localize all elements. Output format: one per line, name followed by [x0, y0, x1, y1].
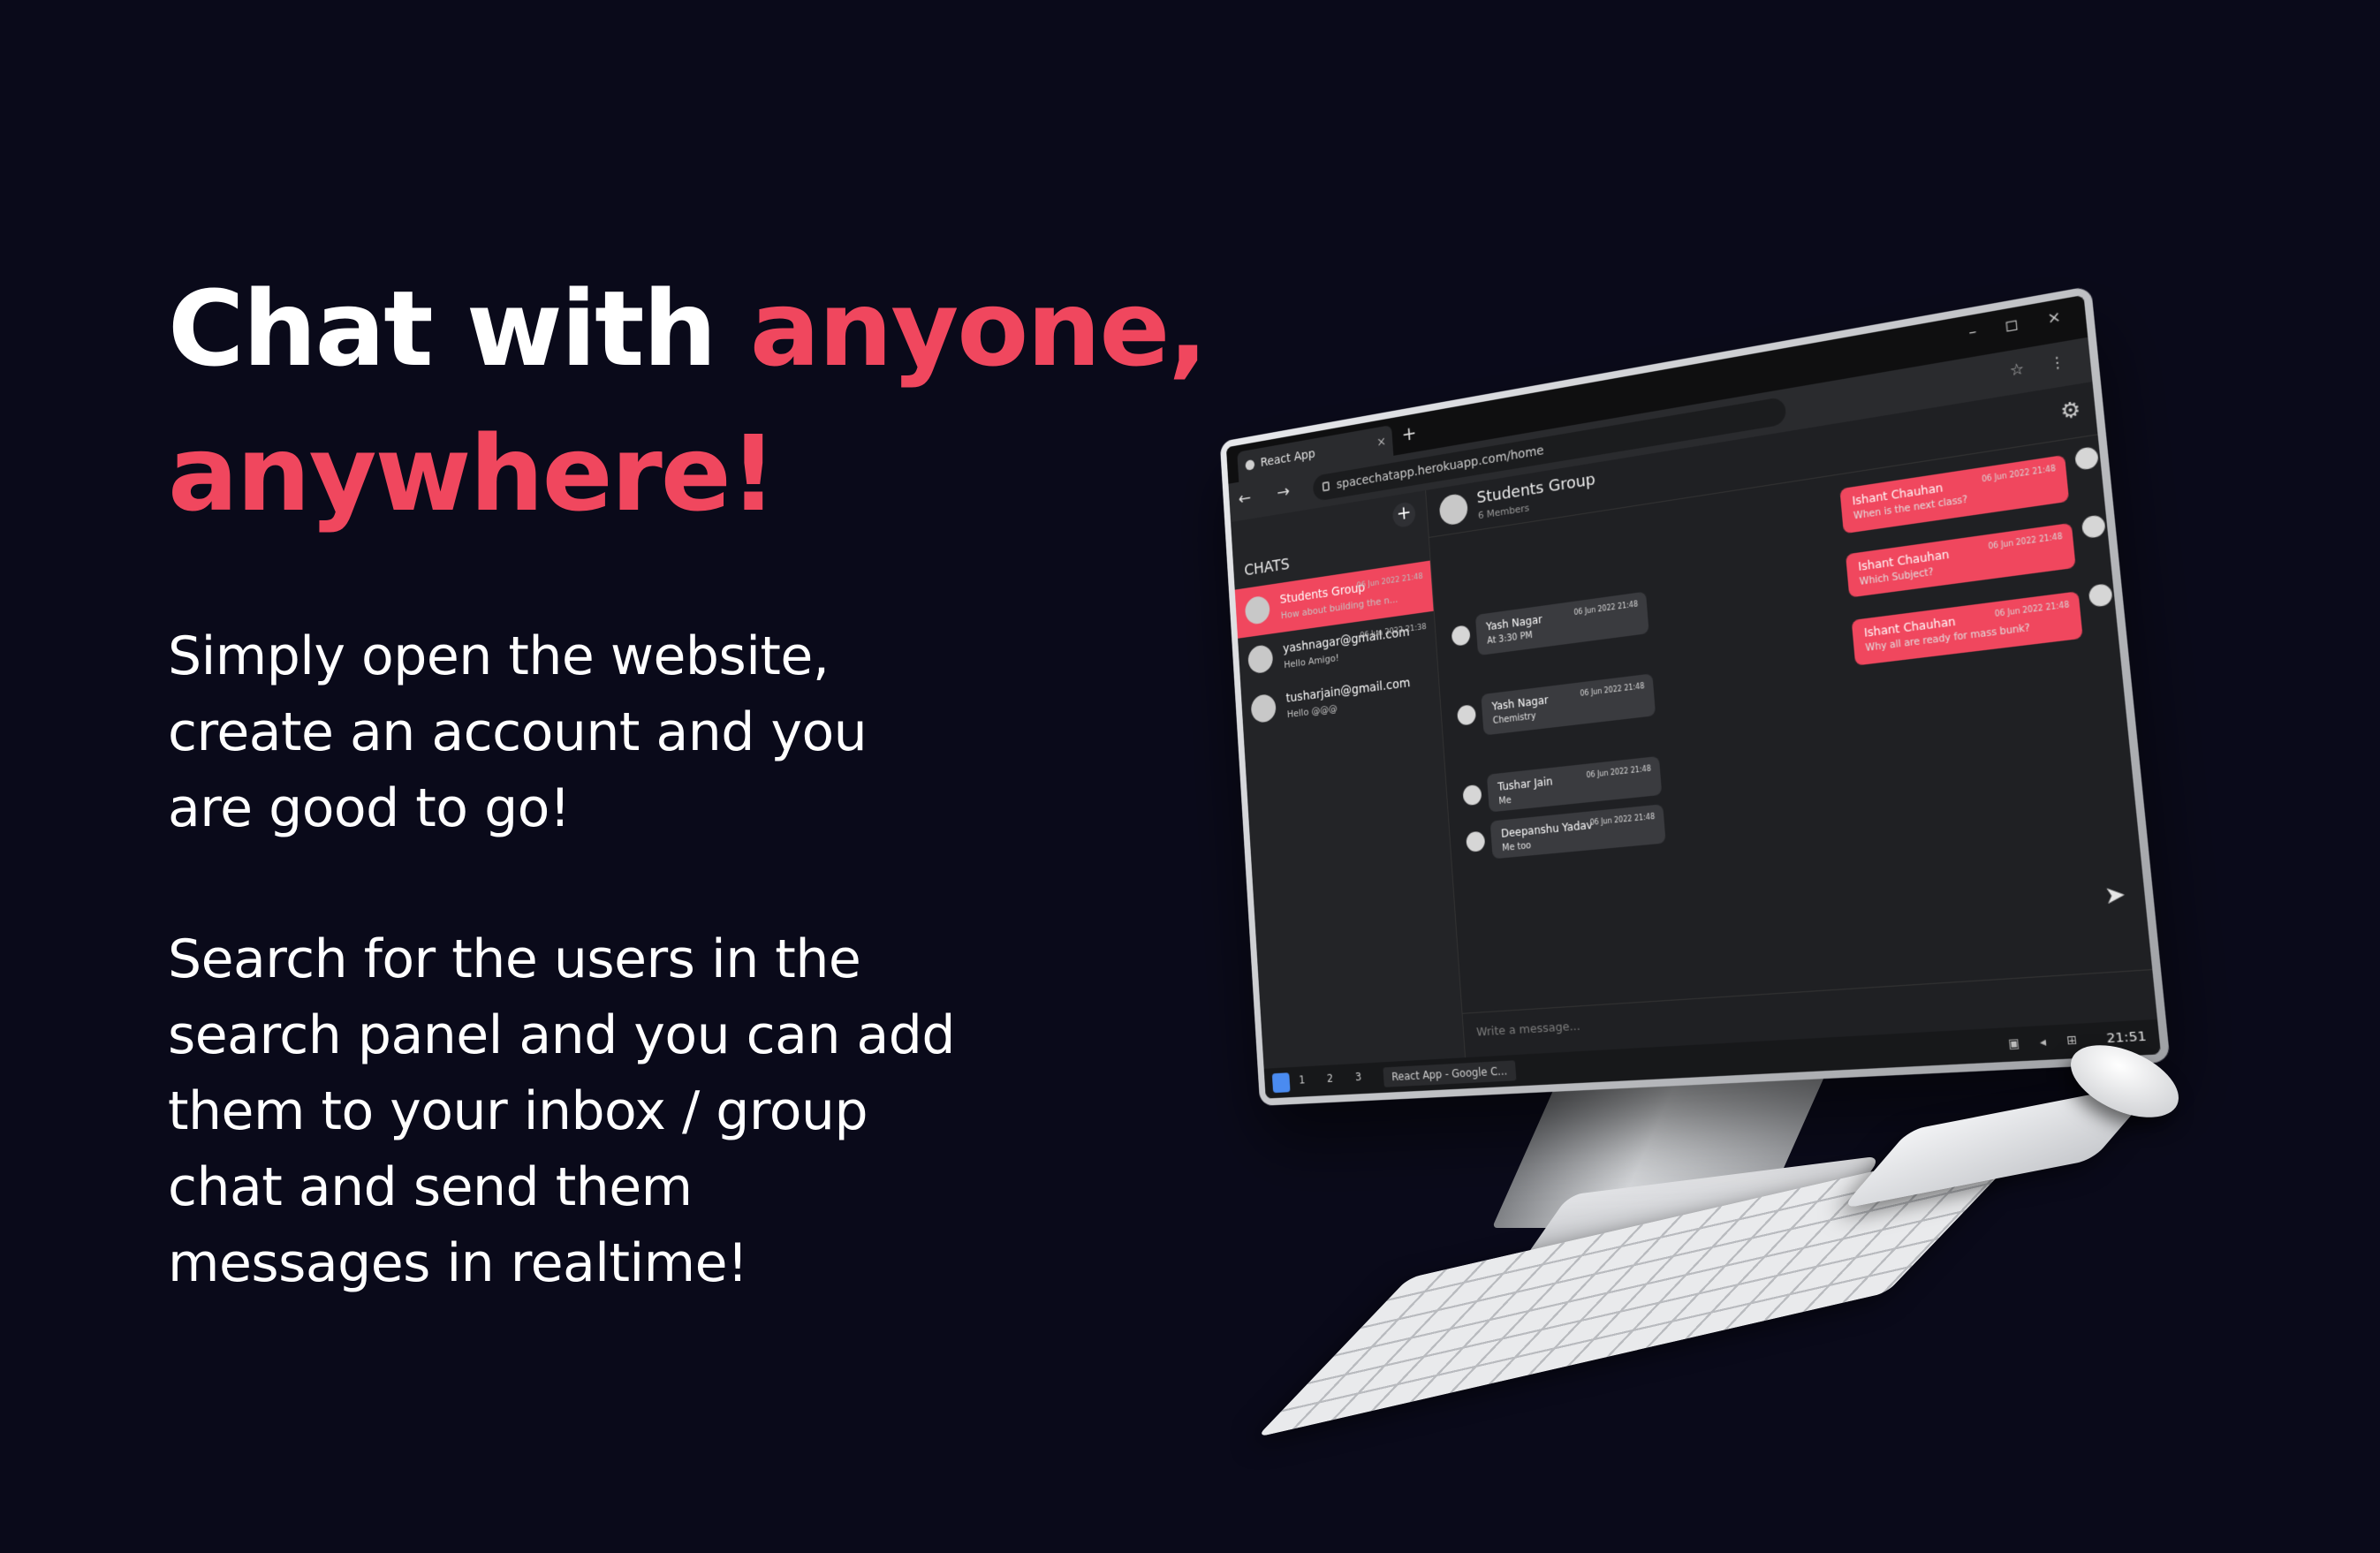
taskbar-app-chrome[interactable]: React App - Google C... [1383, 1060, 1517, 1087]
tab-title: React App [1260, 447, 1316, 470]
monitor-screen: React App × + – ◻ × ← → C spacechatapp.h… [1225, 294, 2162, 1099]
close-tab-icon[interactable]: × [1376, 426, 1387, 458]
lock-icon [1322, 481, 1330, 492]
headline-white: Chat with [168, 268, 750, 390]
message-bubble: Yash Nagar Chemistry 06 Jun 2022 21:48 [1481, 673, 1656, 736]
new-tab-button[interactable]: + [1401, 420, 1418, 449]
headline: Chat with anyone, anywhere! [168, 256, 1208, 546]
message-bubble: Ishant Chauhan Which Subject? 06 Jun 202… [1846, 522, 2076, 598]
browser-toolbar-icons[interactable]: ☆ ⋮ [2009, 351, 2077, 380]
avatar [1456, 704, 1477, 726]
start-menu-icon[interactable] [1271, 1072, 1291, 1094]
group-avatar [1438, 492, 1469, 527]
avatar [1250, 693, 1277, 724]
send-icon[interactable]: ➤ [2103, 880, 2126, 910]
avatar [1247, 643, 1274, 675]
monitor: React App × + – ◻ × ← → C spacechatapp.h… [1219, 285, 2171, 1106]
message-bubble: Tushar Jain Me 06 Jun 2022 21:48 [1486, 755, 1663, 813]
window-controls[interactable]: – ◻ × [1967, 305, 2073, 341]
react-favicon-icon [1245, 458, 1255, 471]
conversation-panel: Students Group 6 Members ⚙ Ishant Chauha… [1425, 382, 2158, 1058]
taskbar-clock: 21:51 [2105, 1029, 2148, 1047]
intro-line: Simply open the website, [168, 625, 830, 687]
search-line: Search for the users in the [168, 928, 861, 990]
search-line: them to your inbox / group [168, 1080, 868, 1142]
avatar [2081, 514, 2106, 540]
avatar [2088, 583, 2113, 608]
intro-paragraph: Simply open the website, create an accou… [168, 618, 868, 846]
headline-accent-1: anyone, [749, 268, 1208, 390]
system-tray-icons[interactable]: ▣ ◂ ⊞ [2007, 1033, 2086, 1051]
intro-line: create an account and you [168, 701, 868, 763]
headline-accent-2: anywhere! [168, 413, 777, 534]
avatar [1451, 625, 1471, 647]
avatar [2074, 445, 2099, 471]
intro-line: are good to go! [168, 777, 571, 839]
search-line: chat and send them [168, 1156, 693, 1218]
message-input[interactable]: Write a message... [1476, 1019, 1581, 1040]
message-bubble: Yash Nagar At 3:30 PM 06 Jun 2022 21:48 [1474, 591, 1649, 656]
search-paragraph: Search for the users in the search panel… [168, 921, 955, 1301]
search-line: messages in realtime! [168, 1232, 748, 1294]
device-mockup: React App × + – ◻ × ← → C spacechatapp.h… [1219, 285, 2279, 1438]
monitor-bezel: React App × + – ◻ × ← → C spacechatapp.h… [1219, 285, 2171, 1106]
search-line: search panel and you can add [168, 1004, 955, 1066]
avatar [1462, 784, 1482, 807]
message-bubble: Deepanshu Yadav Me too 06 Jun 2022 21:48 [1489, 804, 1666, 860]
avatar [1244, 595, 1271, 625]
message-bubble: Ishant Chauhan Why all are ready for mas… [1851, 591, 2083, 666]
gear-icon[interactable]: ⚙ [2059, 398, 2081, 425]
avatar [1466, 830, 1486, 852]
new-chat-button[interactable]: + [1391, 500, 1416, 529]
